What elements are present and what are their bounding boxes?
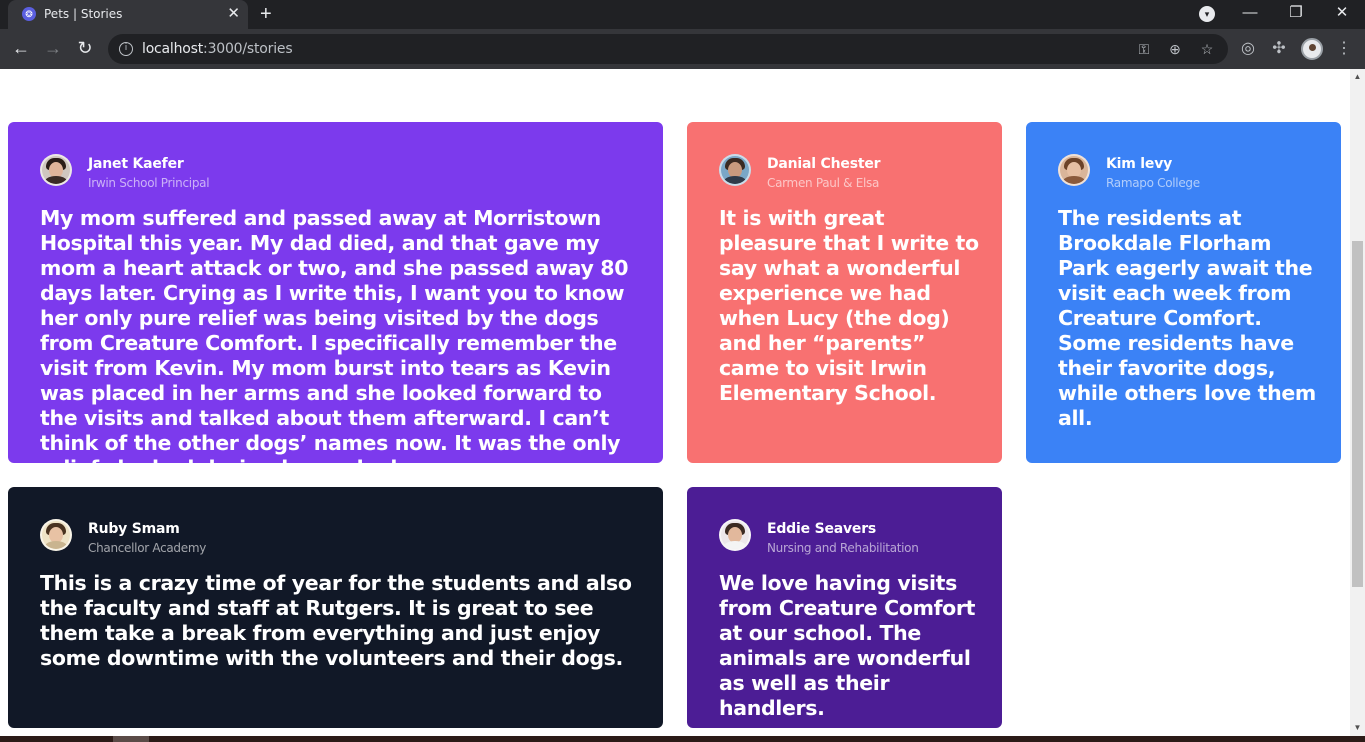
author-name: Kim levy: [1106, 156, 1173, 172]
taskbar-strip: [0, 736, 1365, 742]
zoom-icon[interactable]: ⊕: [1166, 39, 1184, 59]
avatar: [40, 519, 72, 551]
paw-icon: ❂: [22, 7, 36, 21]
profile-avatar[interactable]: [1301, 38, 1323, 60]
avatar: [40, 154, 72, 186]
story-card: Kim levy Ramapo College The residents at…: [1026, 122, 1341, 463]
tab-title: Pets | Stories: [44, 7, 123, 21]
info-icon[interactable]: i: [119, 42, 133, 56]
author-name: Janet Kaefer: [88, 156, 184, 172]
star-icon[interactable]: ☆: [1198, 39, 1216, 59]
scroll-down-arrow-icon[interactable]: ▼: [1350, 722, 1365, 734]
url-text[interactable]: localhost:3000/stories: [142, 41, 293, 57]
tab-search-icon[interactable]: ▾: [1199, 6, 1215, 22]
browser-tab-bar: ❂ Pets | Stories ✕ + ▾ — ❐ ✕: [0, 0, 1365, 29]
author-name: Danial Chester: [767, 156, 881, 172]
address-bar[interactable]: i localhost:3000/stories ⚿ ⊕ ☆: [108, 34, 1228, 64]
avatar: [719, 519, 751, 551]
author-name: Eddie Seavers: [767, 521, 877, 537]
taskbar-segment: [113, 736, 149, 742]
page-scrollbar[interactable]: ▲ ▼: [1350, 69, 1365, 736]
new-tab-button[interactable]: +: [260, 3, 272, 25]
scrollbar-thumb[interactable]: [1352, 241, 1363, 587]
page-content: Janet Kaefer Irwin School Principal My m…: [0, 69, 1350, 736]
story-card: Ruby Smam Chancellor Academy This is a c…: [8, 487, 663, 728]
scroll-up-arrow-icon[interactable]: ▲: [1350, 71, 1365, 83]
close-tab-icon[interactable]: ✕: [227, 5, 240, 23]
minimize-button[interactable]: —: [1240, 3, 1260, 23]
reload-icon[interactable]: ↻: [74, 37, 96, 59]
author-role: Irwin School Principal: [88, 176, 210, 190]
key-icon[interactable]: ⚿: [1135, 39, 1153, 59]
back-arrow-icon[interactable]: ←: [10, 37, 32, 59]
author-role: Carmen Paul & Elsa: [767, 176, 880, 190]
menu-kebab-icon[interactable]: ⋮: [1333, 38, 1355, 60]
extensions-puzzle-icon[interactable]: ✣: [1268, 38, 1290, 60]
window-close-button[interactable]: ✕: [1332, 3, 1352, 23]
story-quote: My mom suffered and passed away at Morri…: [40, 206, 629, 480]
forward-arrow-icon[interactable]: →: [42, 37, 64, 59]
browser-toolbar: ← → ↻ i localhost:3000/stories ⚿ ⊕ ☆ ◎ ✣…: [0, 29, 1365, 69]
author-name: Ruby Smam: [88, 521, 180, 537]
author-role: Nursing and Rehabilitation: [767, 541, 919, 555]
story-quote: It is with great pleasure that I write t…: [719, 206, 979, 405]
avatar: [719, 154, 751, 186]
story-quote: This is a crazy time of year for the stu…: [40, 571, 632, 670]
author-role: Ramapo College: [1106, 176, 1200, 190]
extension-record-icon[interactable]: ◎: [1237, 38, 1259, 60]
story-card: Eddie Seavers Nursing and Rehabilitation…: [687, 487, 1002, 728]
browser-tab[interactable]: ❂ Pets | Stories ✕: [8, 0, 248, 29]
story-card: Janet Kaefer Irwin School Principal My m…: [8, 122, 663, 480]
story-quote: We love having visits from Creature Comf…: [719, 571, 976, 720]
story-quote: The residents at Brookdale Florham Park …: [1058, 206, 1316, 430]
avatar: [1058, 154, 1090, 186]
story-card: Danial Chester Carmen Paul & Elsa It is …: [687, 122, 1002, 463]
restore-button[interactable]: ❐: [1286, 3, 1306, 23]
author-role: Chancellor Academy: [88, 541, 207, 555]
